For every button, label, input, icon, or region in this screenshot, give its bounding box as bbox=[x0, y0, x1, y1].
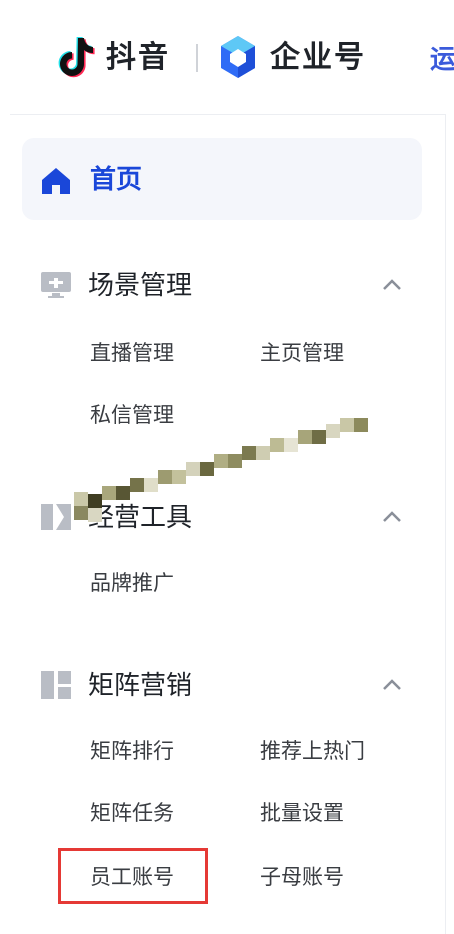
tools-icon bbox=[41, 504, 71, 530]
enterprise-logo-text: 企业号 bbox=[270, 40, 366, 75]
sidebar-item-brand-promotion[interactable]: 品牌推广 bbox=[90, 568, 174, 598]
sidebar bbox=[10, 114, 446, 934]
sidebar-group-business-tools[interactable]: 经营工具 bbox=[88, 500, 192, 536]
sidebar-group-matrix-marketing[interactable]: 矩阵营销 bbox=[88, 668, 192, 704]
monitor-icon bbox=[41, 272, 71, 298]
sidebar-item-home-label[interactable]: 首页 bbox=[90, 162, 142, 198]
top-nav-link[interactable]: 运 bbox=[430, 44, 454, 76]
home-icon bbox=[42, 168, 70, 194]
chevron-up-icon[interactable] bbox=[381, 510, 403, 524]
sidebar-item-home[interactable] bbox=[22, 138, 422, 220]
sidebar-item-matrix-ranking[interactable]: 矩阵排行 bbox=[90, 736, 174, 766]
chevron-up-icon[interactable] bbox=[381, 678, 403, 692]
douyin-logo-text: 抖音 bbox=[106, 40, 170, 75]
sidebar-item-message-management[interactable]: 私信管理 bbox=[90, 400, 174, 430]
sidebar-item-parent-child-accounts[interactable]: 子母账号 bbox=[260, 862, 344, 892]
top-bar: 抖音 企业号 运 bbox=[0, 0, 454, 114]
chevron-up-icon[interactable] bbox=[381, 278, 403, 292]
sidebar-item-recommend-hot[interactable]: 推荐上热门 bbox=[260, 736, 365, 766]
sidebar-item-batch-settings[interactable]: 批量设置 bbox=[260, 798, 344, 828]
sidebar-item-homepage-management[interactable]: 主页管理 bbox=[260, 338, 344, 368]
sidebar-item-live-management[interactable]: 直播管理 bbox=[90, 338, 174, 368]
sidebar-group-scene-management[interactable]: 场景管理 bbox=[88, 268, 192, 304]
grid-icon bbox=[41, 671, 71, 699]
sidebar-item-matrix-tasks[interactable]: 矩阵任务 bbox=[90, 798, 174, 828]
logo-divider bbox=[196, 44, 198, 72]
douyin-logo-icon[interactable] bbox=[56, 36, 96, 78]
enterprise-logo-icon[interactable] bbox=[218, 34, 258, 80]
highlight-box bbox=[58, 848, 208, 904]
